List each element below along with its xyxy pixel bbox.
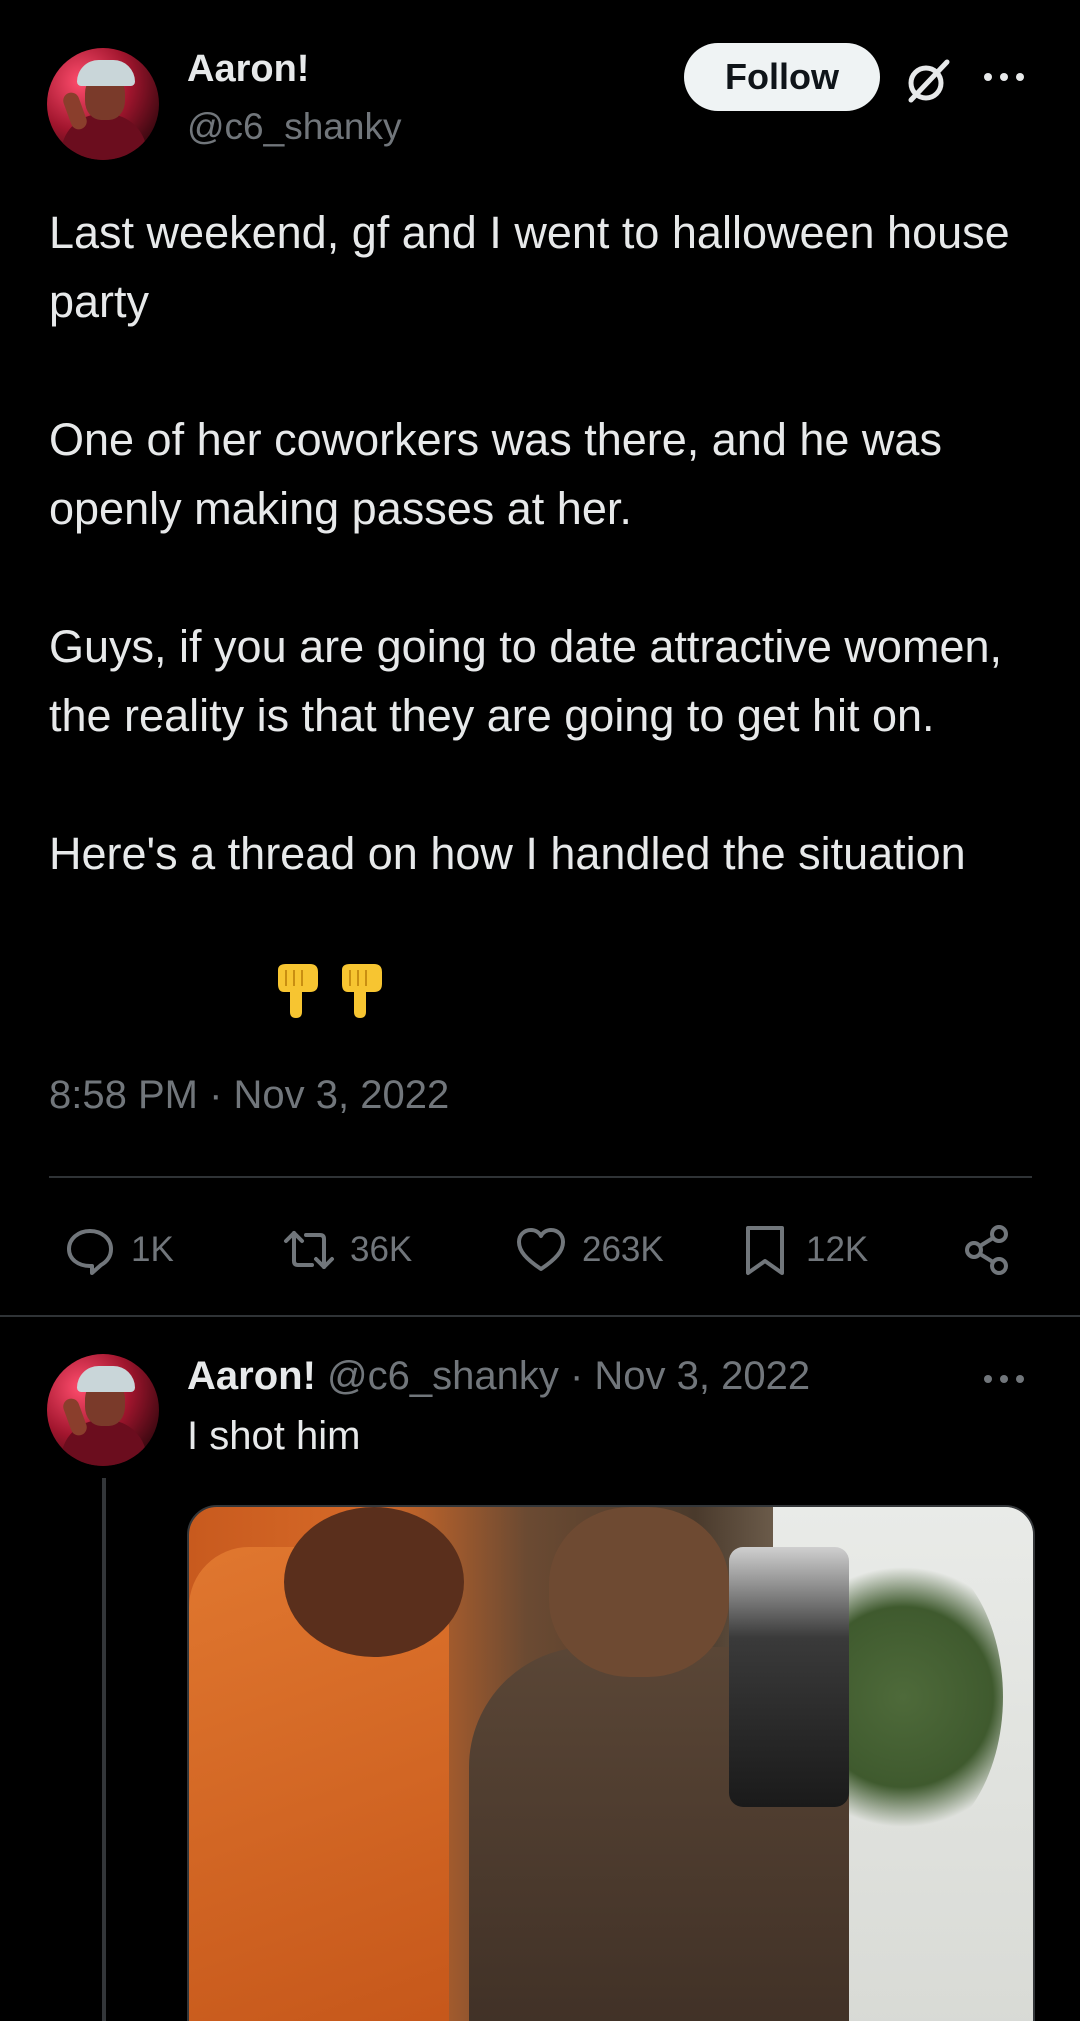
tweet-timestamp[interactable]: 8:58 PM · Nov 3, 2022 xyxy=(49,1073,449,1118)
author-display-name[interactable]: Aaron! xyxy=(187,48,309,91)
repost-icon xyxy=(284,1231,334,1269)
bookmark-count: 12K xyxy=(806,1230,869,1269)
divider xyxy=(49,1176,1032,1178)
repost-count: 36K xyxy=(350,1230,413,1269)
reply-display-name[interactable]: Aaron! xyxy=(187,1354,316,1398)
tweet-paragraph: One of her coworkers was there, and he w… xyxy=(49,414,942,534)
bookmark-icon xyxy=(746,1226,784,1275)
tweet-body: Last weekend, gf and I went to halloween… xyxy=(49,198,1039,957)
tweet-paragraph: Guys, if you are going to date attractiv… xyxy=(49,621,1002,741)
repost-button[interactable]: 36K xyxy=(282,1222,412,1278)
author-avatar[interactable] xyxy=(47,48,159,160)
reply-media-image[interactable] xyxy=(187,1505,1035,2021)
pointing-down-icon xyxy=(278,964,318,1018)
reply-button[interactable]: 1K xyxy=(63,1222,174,1278)
author-handle[interactable]: @c6_shanky xyxy=(187,106,401,148)
grok-icon[interactable] xyxy=(903,56,953,106)
follow-button[interactable]: Follow xyxy=(684,43,880,111)
tweet-paragraph-last: Here's a thread on how I handled the sit… xyxy=(49,819,1039,957)
like-count: 263K xyxy=(582,1230,664,1269)
reply-handle-date[interactable]: @c6_shanky · Nov 3, 2022 xyxy=(327,1354,810,1398)
tweet-paragraph-text: Here's a thread on how I handled the sit… xyxy=(49,828,966,879)
divider xyxy=(0,1315,1080,1317)
share-icon xyxy=(965,1225,1008,1275)
like-button[interactable]: 263K xyxy=(514,1222,664,1278)
reply-text: I shot him xyxy=(187,1414,361,1458)
more-icon[interactable] xyxy=(982,62,1026,92)
thread-connector-line xyxy=(102,1478,106,2021)
reply-count: 1K xyxy=(131,1230,174,1269)
share-button[interactable] xyxy=(961,1222,1029,1278)
reply-more-icon[interactable] xyxy=(982,1364,1026,1394)
bookmark-button[interactable]: 12K xyxy=(738,1222,868,1278)
reply-icon xyxy=(67,1229,113,1275)
pointing-down-icon xyxy=(342,964,382,1018)
tweet-page: Aaron! @c6_shanky Follow Last weekend, g… xyxy=(0,0,1080,2021)
tweet-paragraph: Last weekend, gf and I went to halloween… xyxy=(49,207,1010,327)
like-icon xyxy=(517,1228,565,1271)
reply-author-avatar[interactable] xyxy=(47,1354,159,1466)
reply-header: Aaron! @c6_shanky · Nov 3, 2022 xyxy=(187,1354,810,1399)
